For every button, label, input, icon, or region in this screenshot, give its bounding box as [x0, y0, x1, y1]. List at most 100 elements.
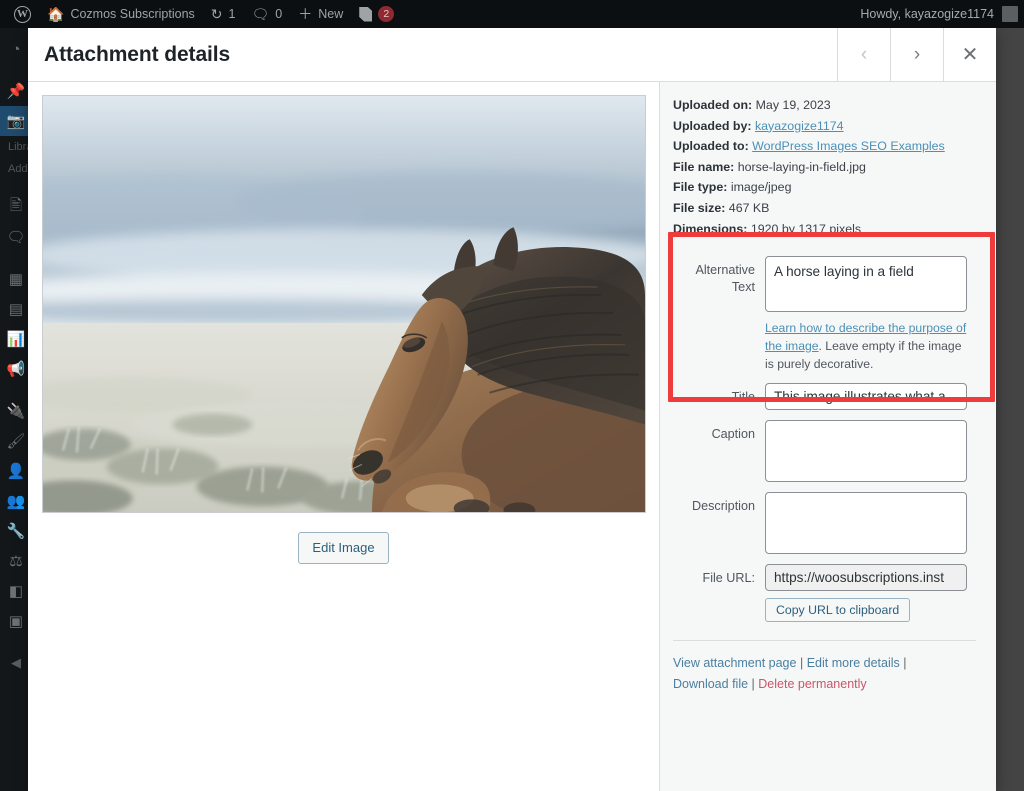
next-attachment-button[interactable]: › — [890, 28, 943, 81]
field-row-alt-text: Alternative Text Learn how to describe t… — [673, 256, 982, 373]
caption-input[interactable] — [765, 420, 967, 483]
attachment-details-pane: Uploaded on: May 19, 2023 Uploaded by: k… — [659, 82, 996, 791]
megaphone-icon: 📢 — [6, 361, 26, 378]
horse-in-field-image — [42, 96, 645, 512]
view-attachment-page-link[interactable]: View attachment page — [673, 656, 796, 670]
modal-body: Edit Image Uploaded on: May 19, 2023 Upl… — [28, 82, 996, 791]
site-name-menu[interactable]: 🏠 Cozmos Subscriptions — [39, 0, 203, 28]
account-menu[interactable]: Howdy, kayazogize1174 — [860, 6, 1024, 22]
updates-menu[interactable]: ↻ 1 — [203, 0, 244, 28]
file-url-control: Copy URL to clipboard — [765, 564, 982, 623]
alt-text-label: Alternative Text — [695, 263, 755, 294]
wordpress-logo-icon: W — [14, 5, 31, 23]
chevron-left-icon: ‹ — [860, 43, 868, 65]
meta-uploaded-by-link[interactable]: kayazogize1174 — [755, 119, 844, 133]
attachment-details-modal: Attachment details ‹ › ✕ Edit Image Uplo… — [28, 28, 996, 791]
profile-icon: 👥 — [6, 493, 26, 510]
alt-text-input[interactable] — [765, 256, 967, 313]
avatar — [1002, 6, 1018, 22]
yoast-seo-menu[interactable]: 2 — [351, 0, 402, 28]
meta-uploaded-by-label: Uploaded by: — [673, 118, 752, 133]
delete-permanently-link[interactable]: Delete permanently — [758, 677, 866, 691]
meta-dimensions: Dimensions: 1920 by 1317 pixels — [673, 219, 982, 240]
howdy-label: Howdy, kayazogize1174 — [860, 7, 994, 21]
woocommerce-icon: ▦ — [8, 271, 24, 288]
description-label: Description — [692, 499, 755, 514]
wordpress-admin-screen: W 🏠 Cozmos Subscriptions ↻ 1 🗨 0 ＋ New 2… — [0, 0, 1024, 791]
download-file-link[interactable]: Download file — [673, 677, 748, 691]
caption-control — [765, 420, 982, 483]
attachment-metadata: Uploaded on: May 19, 2023 Uploaded by: k… — [668, 95, 982, 239]
pin-icon: 📌 — [6, 83, 26, 100]
meta-file-size-label: File size: — [673, 200, 726, 215]
new-label: New — [318, 7, 344, 21]
update-arrows-icon: ↻ — [210, 6, 223, 22]
attachment-fields-form: Alternative Text Learn how to describe t… — [668, 256, 982, 623]
meta-file-type: File type: image/jpeg — [673, 177, 982, 198]
wp-logo-menu[interactable]: W — [6, 0, 39, 28]
attachment-actions: View attachment page | Edit more details… — [668, 653, 958, 694]
paintbrush-icon: 🖌 — [6, 433, 26, 450]
close-icon: ✕ — [961, 44, 979, 66]
comment-bubble-icon: 🗨 — [251, 6, 270, 22]
action-separator: | — [903, 656, 907, 671]
meta-file-type-value: image/jpeg — [730, 180, 792, 195]
close-modal-button[interactable]: ✕ — [943, 28, 996, 81]
bar-chart-icon: 📊 — [6, 331, 26, 348]
edit-more-details-link[interactable]: Edit more details — [807, 656, 900, 670]
file-url-input[interactable] — [765, 564, 967, 592]
meta-uploaded-on-value: May 19, 2023 — [755, 98, 831, 112]
action-separator: | — [799, 656, 804, 671]
title-control — [765, 383, 982, 411]
meta-uploaded-to-label: Uploaded to: — [673, 139, 749, 154]
alt-text-control: Learn how to describe the purpose of the… — [765, 256, 982, 373]
meta-dimensions-label: Dimensions: — [673, 221, 748, 236]
meta-file-type-label: File type: — [673, 180, 728, 195]
meta-file-name-value: horse-laying-in-field.jpg — [737, 159, 866, 174]
field-row-caption: Caption — [673, 420, 982, 483]
yoast-icon: ◧ — [8, 583, 24, 600]
field-row-description: Description — [673, 492, 982, 555]
modal-header: Attachment details ‹ › ✕ — [28, 28, 996, 82]
meta-uploaded-on-label: Uploaded on: — [673, 98, 753, 112]
chevron-right-icon: › — [913, 43, 921, 65]
chevron-left-icon: ◀ — [11, 655, 21, 670]
meta-file-size: File size: 467 KB — [673, 198, 982, 219]
comments-menu[interactable]: 🗨 0 — [243, 0, 290, 28]
field-row-file-url: File URL: Copy URL to clipboard — [673, 564, 982, 623]
action-separator: | — [751, 676, 755, 691]
dashboard-icon: ◔ — [11, 40, 21, 58]
meta-uploaded-to-link[interactable]: WordPress Images SEO Examples — [752, 139, 945, 153]
home-icon: 🏠 — [47, 6, 65, 22]
plug-icon: 🔌 — [6, 403, 26, 420]
plugin-box-icon: ▣ — [8, 613, 24, 630]
yoast-logo-icon — [359, 6, 373, 22]
camera-icon: 📷 — [6, 113, 26, 130]
meta-uploaded-on: Uploaded on: May 19, 2023 — [673, 95, 982, 116]
title-input[interactable] — [765, 383, 967, 411]
attachment-preview-pane: Edit Image — [28, 82, 659, 791]
copy-url-button[interactable]: Copy URL to clipboard — [765, 598, 911, 623]
meta-file-name: File name: horse-laying-in-field.jpg — [673, 157, 982, 178]
file-url-label: File URL: — [702, 571, 755, 586]
caption-label: Caption — [711, 427, 755, 442]
meta-uploaded-by: Uploaded by: kayazogize1174 — [673, 116, 982, 137]
pages-icon: 🖹 — [9, 196, 23, 214]
comments-count: 0 — [275, 7, 283, 21]
meta-uploaded-to: Uploaded to: WordPress Images SEO Exampl… — [673, 136, 982, 157]
wrench-icon: 🔧 — [6, 523, 26, 540]
field-row-title: Title — [673, 383, 982, 411]
new-content-menu[interactable]: ＋ New — [290, 0, 351, 28]
meta-dimensions-value: 1920 by 1317 pixels — [750, 221, 862, 236]
previous-attachment-button[interactable]: ‹ — [837, 28, 890, 81]
alt-text-help: Learn how to describe the purpose of the… — [765, 320, 967, 373]
attachment-image — [41, 95, 646, 513]
user-icon: 👤 — [6, 463, 26, 480]
description-input[interactable] — [765, 492, 967, 555]
comment-icon: 🗨 — [6, 229, 26, 246]
plus-icon: ＋ — [298, 6, 313, 22]
updates-count: 1 — [228, 7, 236, 21]
sliders-icon: ⚖ — [9, 553, 23, 570]
description-control — [765, 492, 982, 555]
edit-image-button[interactable]: Edit Image — [298, 532, 389, 564]
